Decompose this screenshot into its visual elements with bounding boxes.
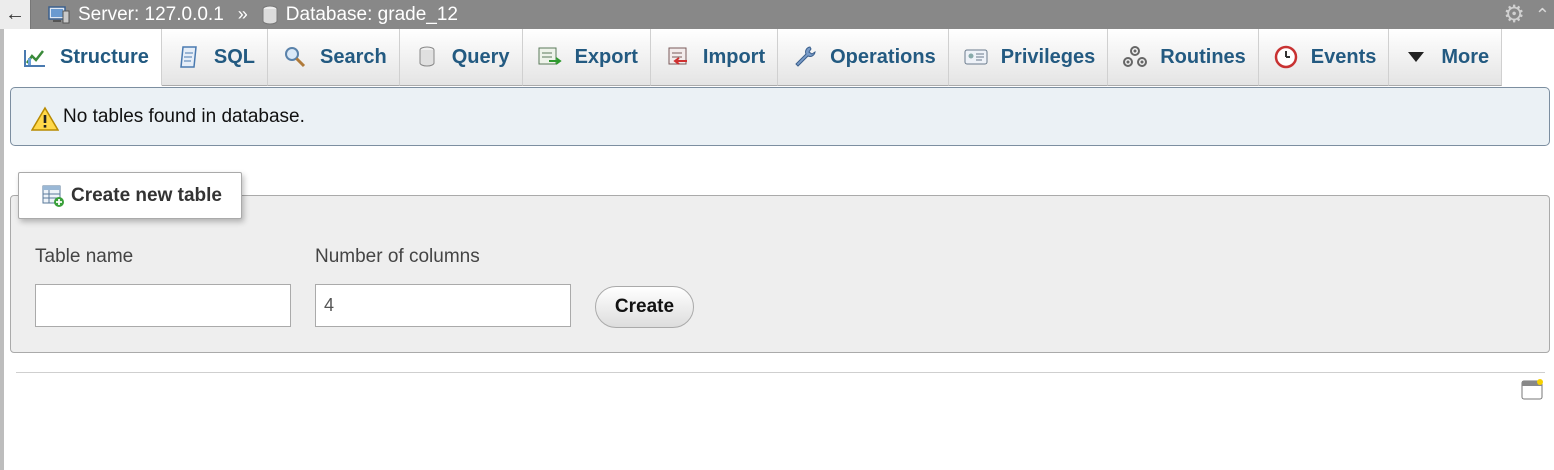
tab-more[interactable]: More (1389, 29, 1503, 86)
tab-label: Query (451, 45, 510, 68)
query-icon (414, 44, 440, 70)
database-icon (262, 5, 278, 24)
breadcrumb-bar: ← Server: 127.0.0.1 » Database: grade_12… (0, 0, 1554, 29)
tab-label: Structure (60, 45, 149, 68)
warning-icon (31, 106, 59, 131)
export-icon (537, 44, 563, 70)
tab-label: SQL (213, 45, 256, 68)
server-icon (48, 5, 70, 23)
clock-icon (1273, 44, 1299, 70)
tab-label: Import (702, 45, 766, 68)
console-icon[interactable] (1521, 379, 1543, 401)
server-label[interactable]: Server: 127.0.0.1 (78, 4, 224, 26)
tab-bar: Structure SQL Search Query Export Import (8, 29, 1503, 86)
tab-label: Operations (830, 45, 936, 68)
tab-search[interactable]: Search (268, 29, 400, 86)
breadcrumb-database[interactable]: Database: grade_12 (262, 4, 458, 26)
columns-input[interactable]: 4 (315, 284, 571, 327)
tab-sql[interactable]: SQL (161, 29, 269, 86)
notice-text: No tables found in database. (63, 105, 305, 127)
tab-label: Export (574, 45, 638, 68)
divider (16, 372, 1545, 373)
import-icon (665, 44, 691, 70)
back-arrow-icon: ← (5, 3, 25, 25)
tab-label: Routines (1160, 45, 1246, 68)
tab-label: Privileges (1000, 45, 1096, 68)
gear-icon[interactable]: ⚙ (1503, 2, 1525, 27)
create-button[interactable]: Create (595, 286, 694, 328)
table-name-label: Table name (35, 246, 134, 267)
breadcrumb-server[interactable]: Server: 127.0.0.1 (48, 4, 224, 26)
search-icon (282, 44, 308, 70)
routines-icon (1122, 44, 1148, 70)
tab-structure[interactable]: Structure (8, 29, 162, 86)
new-table-icon (42, 185, 64, 207)
table-name-input[interactable] (35, 284, 291, 327)
breadcrumb-separator: » (237, 4, 248, 24)
topbar-controls: ⚙ ⌃ (1503, 0, 1554, 29)
notice-message: No tables found in database. (10, 87, 1550, 146)
back-button[interactable]: ← (0, 0, 31, 29)
tab-privileges[interactable]: Privileges (948, 29, 1109, 86)
tab-routines[interactable]: Routines (1108, 29, 1259, 86)
wrench-icon (792, 44, 818, 70)
tab-label: Events (1310, 45, 1377, 68)
left-edge (0, 0, 4, 470)
tab-import[interactable]: Import (650, 29, 779, 86)
tab-operations[interactable]: Operations (778, 29, 949, 86)
tab-events[interactable]: Events (1258, 29, 1390, 86)
collapse-icon[interactable]: ⌃ (1535, 6, 1550, 24)
legend-text: Create new table (71, 184, 222, 206)
privileges-icon (963, 44, 989, 70)
tab-label: More (1441, 45, 1490, 68)
structure-icon (22, 44, 48, 70)
tab-label: Search (320, 45, 387, 68)
create-table-legend: Create new table (18, 172, 242, 219)
triangle-down-icon (1403, 44, 1429, 70)
tab-query[interactable]: Query (399, 29, 523, 86)
tab-export[interactable]: Export (522, 29, 651, 86)
database-label[interactable]: Database: grade_12 (286, 4, 458, 26)
columns-label: Number of columns (315, 246, 480, 267)
sql-icon (176, 44, 202, 70)
